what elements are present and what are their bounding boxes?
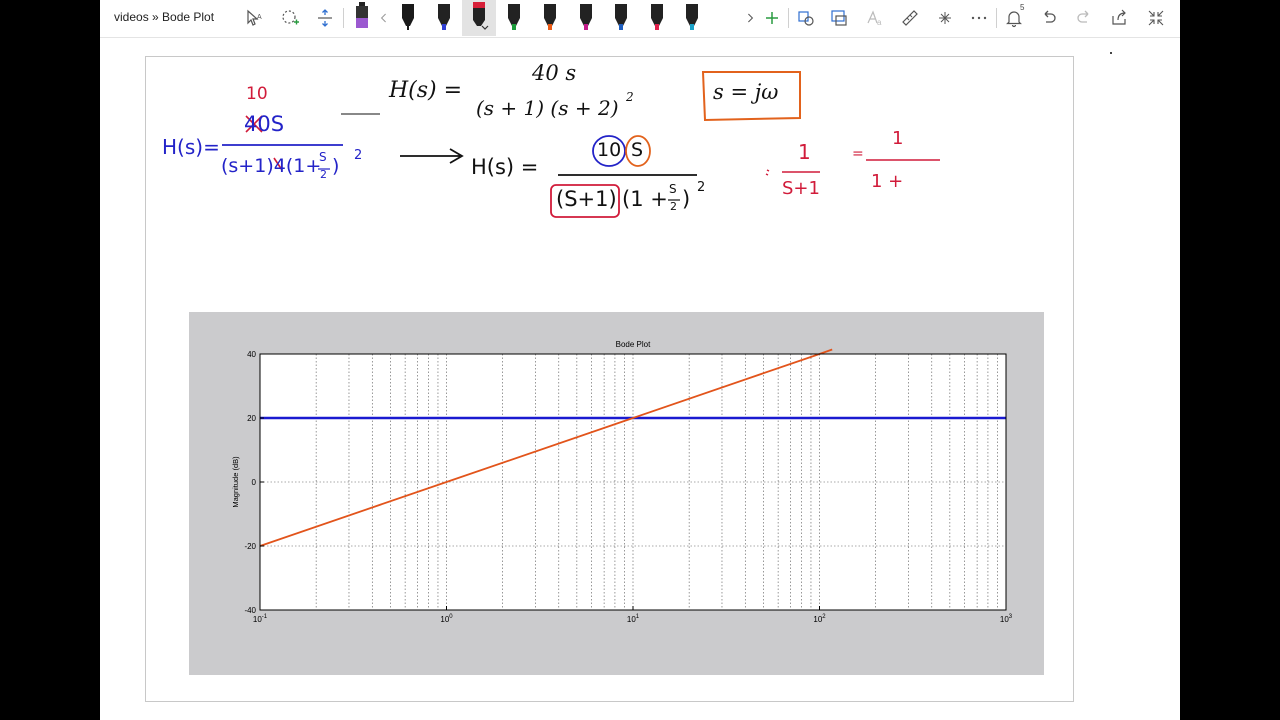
hw2-eq-frac-2: 2 (670, 200, 677, 213)
bode-chart-figure[interactable]: 10-1 100 101 102 103 40 20 0 -20 -40 Bode Plot Magn… (189, 312, 1044, 675)
x-tick-label: 100 (440, 614, 453, 624)
hw-eq-frac-s: S (319, 150, 327, 164)
y-axis-label: Magnitude (dB) (231, 456, 240, 508)
hw-eq-close: ) (332, 155, 340, 177)
hw2-eq-den-b: (1 + (622, 187, 668, 211)
hw2-eq-num-s: S (631, 139, 644, 161)
boxed-substitution[interactable]: s = jω (713, 80, 778, 104)
hw-eq-numerator: 40S (244, 112, 285, 136)
typed-eq-numerator[interactable]: 40 s (532, 61, 576, 85)
hw2-eq-exponent: 2 (697, 180, 706, 195)
side-frac2-numerator: 1 (892, 128, 904, 149)
onenote-window: videos » Bode Plot A a 5 H(s) = 40 s (s … (100, 0, 1180, 720)
side-equals: = (852, 146, 864, 162)
hw-eq-correction: 10 (246, 84, 268, 104)
typed-eq-denominator[interactable]: (s + 1) (s + 2) (476, 96, 619, 120)
hw-eq-denominator: (s+1)4(1+ (221, 155, 322, 177)
side-dots (765, 169, 770, 176)
x-tick-label: 103 (1000, 614, 1013, 624)
typed-eq-lhs[interactable]: H(s) = (389, 78, 462, 103)
bode-chart-svg: 10-1 100 101 102 103 40 20 0 -20 -40 Bode Plot Magn… (231, 340, 1013, 624)
hw2-eq-lhs: H(s) = (471, 155, 539, 179)
hw2-eq-num-10: 10 (597, 139, 622, 161)
side-frac1-numerator: 1 (798, 140, 811, 164)
hw2-eq-frac-s: S (669, 182, 677, 196)
y-tick-label: -20 (244, 542, 256, 551)
y-tick-label: 0 (252, 478, 257, 487)
hw-eq-frac-2: 2 (320, 168, 327, 181)
side-frac1-denominator: S+1 (782, 178, 820, 199)
x-tick-label: 10-1 (253, 614, 268, 624)
x-tick-label: 102 (813, 614, 826, 624)
arrow (400, 148, 464, 164)
hw2-eq-den-a: (S+1) (556, 187, 617, 211)
hw-eq-lhs: H(s)= (162, 135, 220, 159)
hw-eq-exponent: 2 (354, 148, 363, 163)
typed-eq-exponent[interactable]: 2 (626, 90, 634, 104)
y-tick-label: 40 (247, 350, 256, 359)
y-tick-label: 20 (247, 414, 256, 423)
chart-title: Bode Plot (616, 340, 651, 349)
y-tick-label: -40 (244, 606, 256, 615)
x-tick-label: 101 (627, 614, 640, 624)
hw2-eq-den-c: ) (682, 187, 691, 211)
side-frac2-denominator: 1 + (871, 171, 904, 192)
